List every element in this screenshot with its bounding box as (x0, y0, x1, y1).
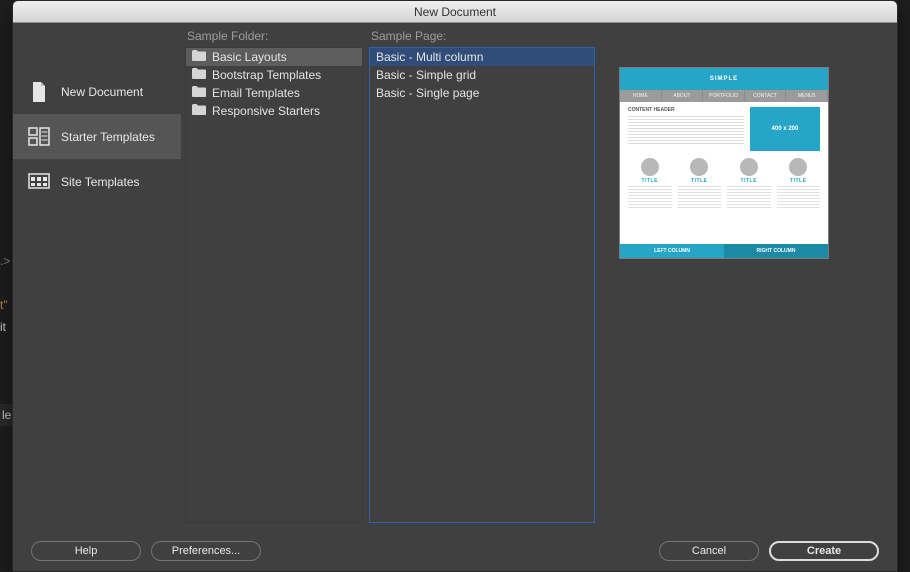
page-row[interactable]: Basic - Simple grid (370, 66, 594, 84)
help-button[interactable]: Help (31, 541, 141, 561)
preview-content-header: CONTENT HEADER (628, 107, 744, 113)
preview-column: TITLE (727, 158, 771, 208)
preview-image-box: 400 x 200 (750, 107, 820, 151)
page-row[interactable]: Basic - Multi column (370, 48, 594, 66)
folder-row[interactable]: Email Templates (186, 84, 362, 102)
folder-icon (192, 104, 206, 118)
new-document-dialog: New Document New Document (12, 0, 898, 572)
preview-nav-item: PORTFOLIO (703, 90, 745, 102)
cancel-button[interactable]: Cancel (659, 541, 759, 561)
preview-nav: HOME ABOUT PORTFOLIO CONTACT MENU5 (620, 90, 828, 102)
circle-icon (789, 158, 807, 176)
sidebar-item-label: Starter Templates (61, 130, 155, 144)
folder-row-label: Bootstrap Templates (212, 68, 321, 82)
dialog-body: New Document Starter Templates (13, 23, 897, 571)
folder-row-label: Email Templates (212, 86, 300, 100)
sidebar-item-starter-templates[interactable]: Starter Templates (13, 114, 181, 159)
sidebar-item-new-document[interactable]: New Document (13, 69, 181, 114)
folder-icon (192, 68, 206, 82)
preview-nav-item: MENU5 (786, 90, 828, 102)
sidebar-item-label: Site Templates (61, 175, 140, 189)
sample-folder-listbox[interactable]: Basic Layouts Bootstrap Templates Email … (185, 47, 363, 523)
sidebar-item-label: New Document (61, 85, 143, 99)
preview-nav-item: HOME (620, 90, 662, 102)
preview-column: TITLE (678, 158, 722, 208)
folder-row[interactable]: Basic Layouts (186, 48, 362, 66)
preview-nav-item: ABOUT (662, 90, 704, 102)
folder-row-label: Responsive Starters (212, 104, 320, 118)
circle-icon (641, 158, 659, 176)
dialog-bottom-bar: Help Preferences... Cancel Create (13, 533, 897, 571)
sample-folder-column: Sample Folder: Basic Layouts Bootstrap T… (185, 29, 363, 523)
preview-column: TITLE (777, 158, 821, 208)
preview-text-block: CONTENT HEADER (628, 107, 744, 151)
page-row-label: Basic - Single page (376, 86, 479, 100)
site-templates-icon (27, 170, 51, 194)
folder-icon (192, 86, 206, 100)
sample-page-column: Sample Page: Basic - Multi column Basic … (369, 29, 595, 523)
circle-icon (740, 158, 758, 176)
preview-footer: LEFT COLUMN RIGHT COLUMN (620, 244, 828, 258)
page-row-label: Basic - Multi column (376, 50, 483, 64)
create-button[interactable]: Create (769, 541, 879, 561)
sample-page-label: Sample Page: (371, 29, 595, 43)
preview-footer-right: RIGHT COLUMN (724, 244, 828, 258)
folder-row[interactable]: Responsive Starters (186, 102, 362, 120)
folder-icon (192, 50, 206, 64)
preview-placeholder-lines (628, 116, 744, 146)
preview-content: CONTENT HEADER 400 x 200 (620, 102, 828, 155)
sample-folder-label: Sample Folder: (187, 29, 363, 43)
preview-nav-item: CONTACT (745, 90, 787, 102)
preview-footer-left: LEFT COLUMN (620, 244, 724, 258)
center-columns: Sample Folder: Basic Layouts Bootstrap T… (181, 23, 897, 523)
sample-page-listbox[interactable]: Basic - Multi column Basic - Simple grid… (369, 47, 595, 523)
starter-templates-icon (27, 125, 51, 149)
dialog-title: New Document (13, 1, 897, 23)
sidebar-item-site-templates[interactable]: Site Templates (13, 159, 181, 204)
circle-icon (690, 158, 708, 176)
folder-row-label: Basic Layouts (212, 50, 287, 64)
page-row[interactable]: Basic - Single page (370, 84, 594, 102)
preview-header: SIMPLE (620, 68, 828, 90)
template-preview: SIMPLE HOME ABOUT PORTFOLIO CONTACT MENU… (619, 67, 829, 259)
preview-columns: TITLE TITLE TITLE TITLE (620, 155, 828, 210)
document-icon (27, 80, 51, 104)
category-sidebar: New Document Starter Templates (13, 23, 181, 523)
preview-area: SIMPLE HOME ABOUT PORTFOLIO CONTACT MENU… (601, 29, 891, 523)
preview-column: TITLE (628, 158, 672, 208)
folder-row[interactable]: Bootstrap Templates (186, 66, 362, 84)
preferences-button[interactable]: Preferences... (151, 541, 261, 561)
page-row-label: Basic - Simple grid (376, 68, 476, 82)
dialog-main: New Document Starter Templates (13, 23, 897, 533)
